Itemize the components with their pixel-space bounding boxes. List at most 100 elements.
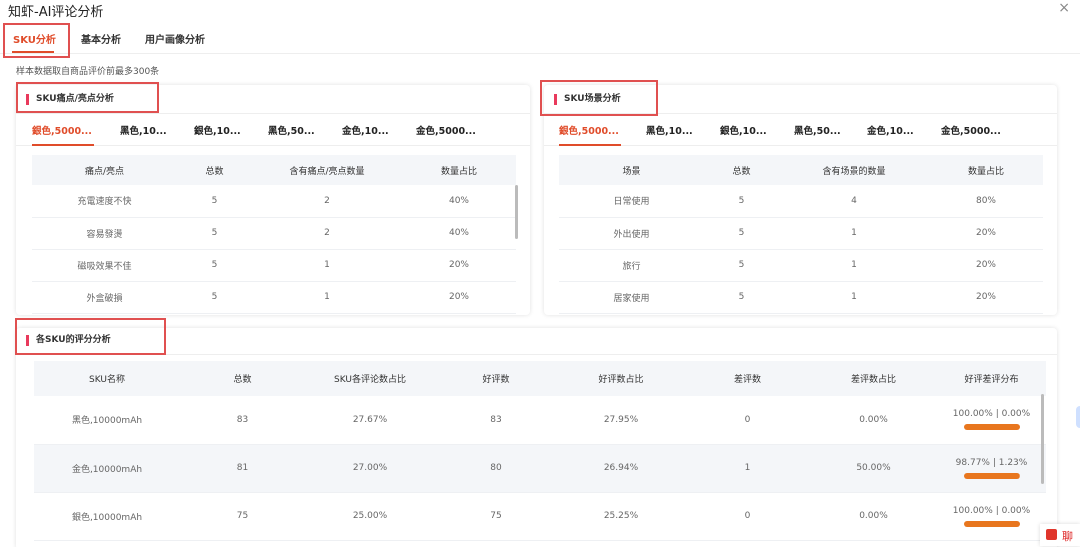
scene-sku-tab[interactable]: 金色,10... bbox=[867, 123, 914, 137]
chat-label: 聊 bbox=[1062, 530, 1073, 543]
pain-sku-tab[interactable]: 金色,10... bbox=[342, 123, 389, 137]
column-header: 数量占比 bbox=[929, 155, 1043, 185]
cell: 充電速度不快 bbox=[32, 185, 177, 218]
rating-table-scrollbar[interactable] bbox=[1041, 394, 1044, 484]
cell: 外出使用 bbox=[559, 217, 704, 250]
active-sku-indicator bbox=[559, 144, 621, 146]
table-row: 日常使用 5 4 80% bbox=[559, 185, 1043, 218]
column-header: 总数 bbox=[180, 361, 305, 396]
cell: 1 bbox=[779, 249, 929, 282]
cell: 0.00% bbox=[810, 396, 937, 445]
table-row: 磁吸效果不佳 5 1 20% bbox=[32, 249, 516, 282]
cell: 20% bbox=[402, 281, 516, 314]
cell: 磁吸效果不佳 bbox=[32, 249, 177, 282]
cell: 1 bbox=[779, 217, 929, 250]
pain-sku-tab[interactable]: 黑色,10... bbox=[120, 123, 167, 137]
main-tabs: SKU分析 基本分析 用户画像分析 bbox=[0, 24, 1080, 54]
column-header: 好评数占比 bbox=[557, 361, 685, 396]
column-header: 痛点/亮点 bbox=[32, 155, 177, 185]
scene-card-title: SKU场景分析 bbox=[554, 94, 621, 105]
tab-user-profile[interactable]: 用户画像分析 bbox=[145, 31, 205, 46]
cell: 75 bbox=[435, 492, 557, 541]
rating-card-title: 各SKU的评分分析 bbox=[26, 335, 111, 346]
scene-sku-tab[interactable]: 黑色,10... bbox=[646, 123, 693, 137]
cell: 80% bbox=[929, 185, 1043, 218]
pain-sku-tab[interactable]: 黑色,50... bbox=[268, 123, 315, 137]
cell: 1 bbox=[685, 444, 810, 493]
divider bbox=[16, 113, 530, 114]
tab-sku-analysis[interactable]: SKU分析 bbox=[13, 31, 56, 46]
divider bbox=[544, 113, 1057, 114]
pain-sku-tab[interactable]: 銀色,10... bbox=[194, 123, 241, 137]
cell: 5 bbox=[177, 185, 252, 218]
column-header: SKU各评论数占比 bbox=[305, 361, 435, 396]
cell: 0.00% bbox=[810, 492, 937, 541]
cell: 80 bbox=[435, 444, 557, 493]
cell: 27.00% bbox=[305, 444, 435, 493]
table-row: 外出使用 5 1 20% bbox=[559, 217, 1043, 250]
sku-name-cell: 黑色,10000mAh bbox=[34, 396, 180, 445]
pain-table-scrollbar[interactable] bbox=[515, 185, 518, 239]
side-widget-handle[interactable] bbox=[1076, 406, 1080, 428]
column-header: SKU名称 bbox=[34, 361, 180, 396]
distribution-text: 100.00% | 0.00% bbox=[952, 505, 1031, 516]
sku-name-cell: 銀色,10000mAh bbox=[34, 492, 180, 541]
cell: 5 bbox=[177, 217, 252, 250]
column-header: 总数 bbox=[177, 155, 252, 185]
column-header: 差评数 bbox=[685, 361, 810, 396]
cell: 5 bbox=[704, 249, 779, 282]
pain-sku-tab[interactable]: 金色,5000... bbox=[416, 123, 476, 137]
rating-table: SKU名称 总数 SKU各评论数占比 好评数 好评数占比 差评数 差评数占比 好… bbox=[34, 361, 1046, 541]
table-row: 充電速度不快 5 2 40% bbox=[32, 185, 516, 218]
table-header-row: 痛点/亮点 总数 含有痛点/亮点数量 数量占比 bbox=[32, 155, 516, 185]
cell: 20% bbox=[929, 217, 1043, 250]
scene-sku-tab[interactable]: 金色,5000... bbox=[941, 123, 1001, 137]
ai-review-analysis-dialog: 知虾-AI评论分析 × SKU分析 基本分析 用户画像分析 样本数据取自商品评价… bbox=[0, 0, 1080, 547]
cell: 83 bbox=[180, 396, 305, 445]
table-row: 居家使用 5 1 20% bbox=[559, 281, 1043, 314]
cell: 0 bbox=[685, 396, 810, 445]
close-icon[interactable]: × bbox=[1058, 0, 1070, 16]
scene-card: SKU场景分析 銀色,5000... 黑色,10... 銀色,10... 黑色,… bbox=[544, 85, 1057, 315]
cell: 40% bbox=[402, 185, 516, 218]
cell: 5 bbox=[177, 281, 252, 314]
cell: 20% bbox=[929, 281, 1043, 314]
tab-basic-analysis[interactable]: 基本分析 bbox=[81, 31, 121, 46]
distribution-text: 100.00% | 0.00% bbox=[952, 409, 1031, 420]
distribution-bar bbox=[963, 472, 1020, 479]
column-header: 含有痛点/亮点数量 bbox=[252, 155, 402, 185]
pain-table: 痛点/亮点 总数 含有痛点/亮点数量 数量占比 充電速度不快 5 2 40% 容… bbox=[32, 155, 516, 314]
scene-sku-tab[interactable]: 銀色,5000... bbox=[559, 123, 619, 137]
cell: 5 bbox=[704, 185, 779, 218]
cell: 27.95% bbox=[557, 396, 685, 445]
table-row: 銀色,10000mAh 75 25.00% 75 25.25% 0 0.00% … bbox=[34, 492, 1046, 541]
pain-sku-tab[interactable]: 銀色,5000... bbox=[32, 123, 92, 137]
table-header-row: 场景 总数 含有场景的数量 数量占比 bbox=[559, 155, 1043, 185]
scene-sku-tab[interactable]: 銀色,10... bbox=[720, 123, 767, 137]
cell: 20% bbox=[402, 249, 516, 282]
chat-icon bbox=[1046, 529, 1057, 540]
chat-button[interactable]: 聊 bbox=[1040, 524, 1080, 546]
divider bbox=[16, 354, 1057, 355]
scene-table: 场景 总数 含有场景的数量 数量占比 日常使用 5 4 80% 外出使用 5 1 bbox=[559, 155, 1043, 314]
dialog-title: 知虾-AI评论分析 bbox=[8, 5, 104, 20]
distribution-bar bbox=[963, 424, 1020, 431]
sample-note: 样本数据取自商品评价前最多300条 bbox=[16, 67, 160, 77]
cell: 0 bbox=[685, 492, 810, 541]
cell: 40% bbox=[402, 217, 516, 250]
cell: 25.25% bbox=[557, 492, 685, 541]
cell: 20% bbox=[929, 249, 1043, 282]
cell: 26.94% bbox=[557, 444, 685, 493]
distribution-text: 98.77% | 1.23% bbox=[955, 457, 1028, 468]
cell: 居家使用 bbox=[559, 281, 704, 314]
cell: 27.67% bbox=[305, 396, 435, 445]
cell: 2 bbox=[252, 185, 402, 218]
table-row: 金色,10000mAh 81 27.00% 80 26.94% 1 50.00%… bbox=[34, 444, 1046, 493]
cell: 容易發燙 bbox=[32, 217, 177, 250]
scene-sku-tab[interactable]: 黑色,50... bbox=[794, 123, 841, 137]
cell: 1 bbox=[779, 281, 929, 314]
cell: 2 bbox=[252, 217, 402, 250]
active-sku-indicator bbox=[32, 144, 94, 146]
cell: 旅行 bbox=[559, 249, 704, 282]
cell: 50.00% bbox=[810, 444, 937, 493]
